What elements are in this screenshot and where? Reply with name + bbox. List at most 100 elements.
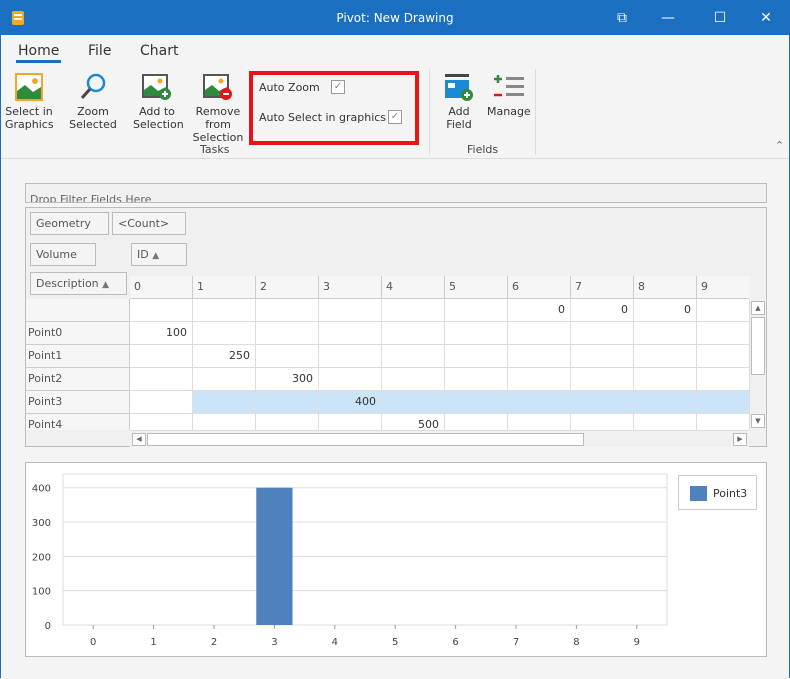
grid-cell[interactable] xyxy=(697,391,749,414)
add-field-button[interactable]: Add Field xyxy=(435,73,483,131)
grid-cell[interactable] xyxy=(256,322,319,345)
column-header[interactable]: 7 xyxy=(571,276,634,299)
grid-cell[interactable] xyxy=(634,391,697,414)
grid-cell[interactable] xyxy=(256,391,319,414)
grid-cell[interactable] xyxy=(634,345,697,368)
collapse-ribbon-icon[interactable]: ⌃ xyxy=(775,139,784,152)
tab-chart[interactable]: Chart xyxy=(140,43,178,59)
scroll-up-icon[interactable]: ▲ xyxy=(751,301,765,315)
grid-cell[interactable] xyxy=(382,322,445,345)
grid-cell[interactable] xyxy=(571,368,634,391)
grid-cell[interactable] xyxy=(634,414,697,430)
row-header[interactable]: Point3 xyxy=(26,391,130,414)
auto-zoom-checkbox[interactable]: ✓ xyxy=(331,80,345,94)
grid-cell[interactable] xyxy=(508,414,571,430)
grid-cell[interactable] xyxy=(193,322,256,345)
column-header[interactable]: 1 xyxy=(193,276,256,299)
row-header-blank[interactable] xyxy=(26,299,130,322)
manage-button[interactable]: Manage xyxy=(487,73,531,118)
grid-cell[interactable] xyxy=(445,414,508,430)
grid-cell[interactable] xyxy=(382,368,445,391)
horizontal-scrollbar[interactable]: ◀ ▶ xyxy=(130,430,749,447)
grid-cell[interactable]: 250 xyxy=(193,345,256,368)
grid-cell[interactable] xyxy=(193,391,256,414)
grid-cell[interactable] xyxy=(256,345,319,368)
grid-cell[interactable] xyxy=(319,414,382,430)
grid-cell[interactable] xyxy=(319,345,382,368)
grid-cell[interactable] xyxy=(130,299,193,322)
vertical-scrollbar[interactable]: ▲ ▼ xyxy=(749,299,766,430)
row-header[interactable]: Point1 xyxy=(26,345,130,368)
grid-cell[interactable] xyxy=(445,299,508,322)
grid-cell[interactable] xyxy=(697,368,749,391)
grid-cell[interactable]: 500 xyxy=(382,414,445,430)
column-header[interactable]: 3 xyxy=(319,276,382,299)
column-header[interactable]: 2 xyxy=(256,276,319,299)
grid-cell[interactable] xyxy=(445,391,508,414)
row-header[interactable]: Point0 xyxy=(26,322,130,345)
grid-cell[interactable] xyxy=(319,299,382,322)
grid-cell[interactable]: 100 xyxy=(130,322,193,345)
column-header[interactable]: 5 xyxy=(445,276,508,299)
filter-area[interactable]: Drop Filter Fields Here xyxy=(25,183,767,203)
grid-cell[interactable] xyxy=(193,414,256,430)
grid-cell[interactable] xyxy=(319,368,382,391)
column-header[interactable]: 9 xyxy=(697,276,749,299)
minimize-button[interactable]: — xyxy=(645,1,691,35)
scroll-left-icon[interactable]: ◀ xyxy=(132,433,146,446)
grid-cell[interactable] xyxy=(571,414,634,430)
grid-cell[interactable] xyxy=(256,414,319,430)
grid-cell[interactable] xyxy=(445,322,508,345)
select-in-graphics-button[interactable]: Select in Graphics xyxy=(5,73,54,131)
tab-file[interactable]: File xyxy=(88,43,111,59)
grid-cell[interactable] xyxy=(697,299,749,322)
grid-cell[interactable] xyxy=(382,299,445,322)
row-header[interactable]: Point2 xyxy=(26,368,130,391)
grid-cell[interactable] xyxy=(697,345,749,368)
scroll-thumb[interactable] xyxy=(751,317,765,375)
maximize-button[interactable]: ☐ xyxy=(697,1,743,35)
grid-cell[interactable] xyxy=(634,322,697,345)
grid-cell[interactable]: 0 xyxy=(508,299,571,322)
grid-cell[interactable] xyxy=(571,345,634,368)
grid-cell[interactable] xyxy=(130,345,193,368)
grid-cell[interactable] xyxy=(697,414,749,430)
grid-cell[interactable] xyxy=(130,368,193,391)
grid-cell[interactable]: 0 xyxy=(634,299,697,322)
grid-cell[interactable] xyxy=(319,322,382,345)
grid-cell[interactable]: 400 xyxy=(319,391,382,414)
add-to-selection-button[interactable]: Add to Selection xyxy=(133,73,184,131)
grid-cell[interactable]: 0 xyxy=(571,299,634,322)
grid-cell[interactable] xyxy=(571,322,634,345)
grid-cell[interactable] xyxy=(130,414,193,430)
column-header[interactable]: 8 xyxy=(634,276,697,299)
zoom-selected-button[interactable]: Zoom Selected xyxy=(57,73,129,131)
grid-cell[interactable] xyxy=(508,368,571,391)
column-header[interactable]: 4 xyxy=(382,276,445,299)
grid-cell[interactable] xyxy=(571,391,634,414)
grid-cell[interactable] xyxy=(130,391,193,414)
grid-cell[interactable] xyxy=(508,345,571,368)
remove-from-selection-button[interactable]: Remove from Selection xyxy=(185,73,251,144)
grid-cell[interactable] xyxy=(634,368,697,391)
grid-cell[interactable] xyxy=(508,322,571,345)
grid-cell[interactable] xyxy=(256,299,319,322)
row-header[interactable]: Point4 xyxy=(26,414,130,430)
grid-cell[interactable] xyxy=(382,345,445,368)
column-header[interactable]: 0 xyxy=(130,276,193,299)
grid-cell[interactable] xyxy=(193,299,256,322)
grid-cell[interactable] xyxy=(382,391,445,414)
grid-cell[interactable] xyxy=(697,322,749,345)
scroll-right-icon[interactable]: ▶ xyxy=(733,433,747,446)
scroll-down-icon[interactable]: ▼ xyxy=(751,414,765,428)
grid-cell[interactable]: 300 xyxy=(256,368,319,391)
grid-cell[interactable] xyxy=(193,368,256,391)
scroll-thumb[interactable] xyxy=(147,433,584,446)
bar-chart[interactable]: 0 100 200 300 400 0 1 2 3 4 5 6 7 8 9 xyxy=(26,463,768,658)
auto-select-checkbox[interactable]: ✓ xyxy=(388,110,402,124)
grid-cell[interactable] xyxy=(445,368,508,391)
restore-layout-button[interactable]: ⧉ xyxy=(599,1,645,35)
grid-cell[interactable] xyxy=(508,391,571,414)
close-button[interactable]: ✕ xyxy=(743,1,789,35)
column-header[interactable]: 6 xyxy=(508,276,571,299)
